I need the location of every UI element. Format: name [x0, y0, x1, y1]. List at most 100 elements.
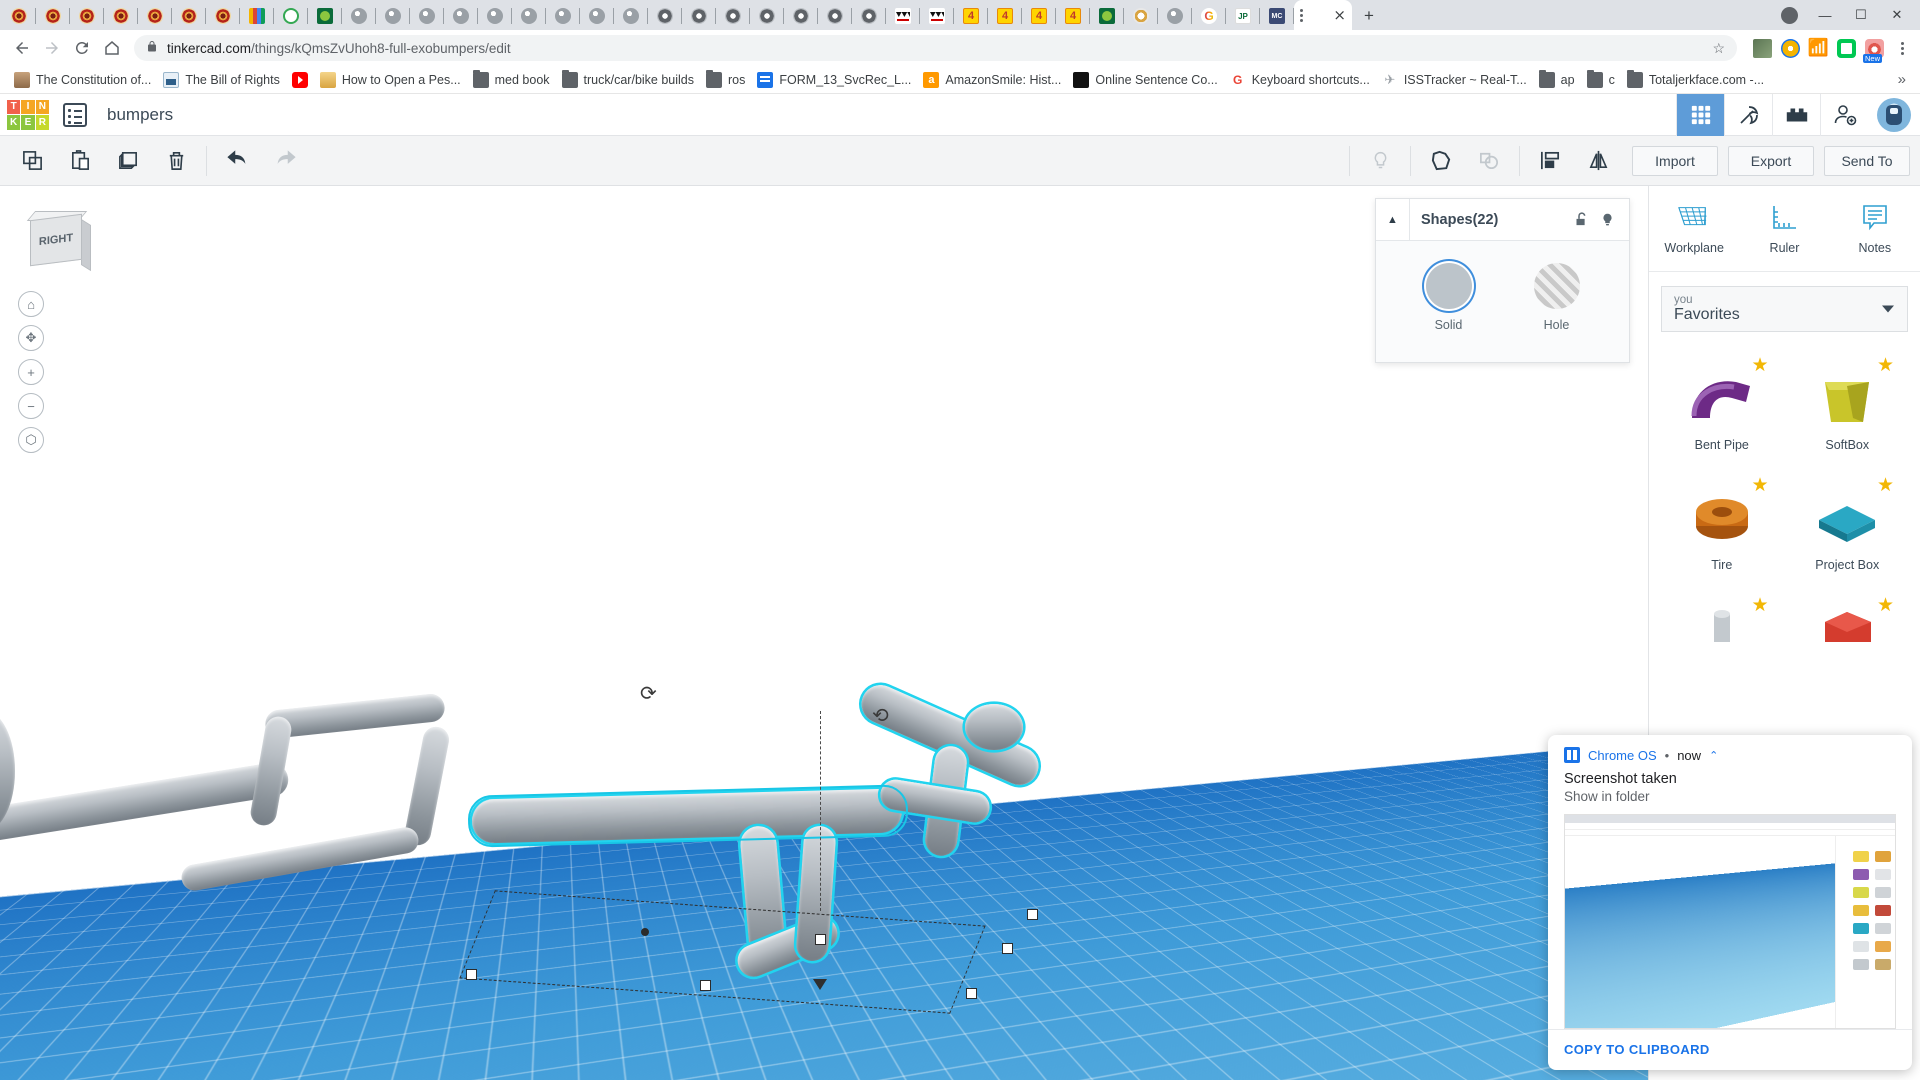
view-cube[interactable]: RIGHT: [22, 211, 91, 273]
shape-cell-tire[interactable]: ★ Tire: [1659, 472, 1785, 586]
bookmark-item[interactable]: truck/car/bike builds: [556, 69, 700, 91]
group-button[interactable]: [1417, 136, 1465, 186]
shape-library-grid[interactable]: ★ Bent Pipe ★ SoftBox ★ Tire ★ Project B…: [1649, 344, 1920, 664]
book-extension-icon[interactable]: [1753, 38, 1772, 58]
bookmarks-bar[interactable]: The Constitution of... The Bill of Rights…: [0, 66, 1920, 94]
shapes-panel-header[interactable]: ▲ Shapes(22): [1376, 198, 1629, 241]
extensions-area[interactable]: 📶 New: [1745, 38, 1912, 63]
favorite-star-icon[interactable]: ★: [1877, 474, 1894, 497]
chevron-down-icon[interactable]: [1882, 305, 1894, 313]
tab-globe-9[interactable]: [614, 2, 648, 30]
hole-swatch[interactable]: [1533, 263, 1580, 309]
tab-wheel-4[interactable]: [104, 2, 138, 30]
tab-globe-4[interactable]: [444, 2, 478, 30]
view-cube-front-face[interactable]: RIGHT: [30, 213, 82, 267]
tab-gear-7[interactable]: [852, 2, 886, 30]
codeblocks-button[interactable]: [1724, 93, 1772, 136]
undo-button[interactable]: [213, 136, 261, 186]
notes-tool[interactable]: Notes: [1830, 186, 1920, 271]
tab-globe-7[interactable]: [546, 2, 580, 30]
tab-gear-6[interactable]: [818, 2, 852, 30]
maximize-button[interactable]: ☐: [1844, 0, 1878, 30]
invite-button[interactable]: [1820, 93, 1868, 136]
zoom-in-button[interactable]: +: [18, 359, 44, 385]
resize-handle-br[interactable]: [966, 988, 977, 999]
tab-green-app[interactable]: [308, 2, 342, 30]
bookmark-item[interactable]: ros: [700, 69, 751, 91]
rotate-handle-left[interactable]: [641, 928, 649, 936]
bookmark-item[interactable]: Online Sentence Co...: [1067, 69, 1223, 91]
favorite-star-icon[interactable]: ★: [1751, 474, 1768, 497]
bookmark-item[interactable]: c: [1581, 69, 1621, 91]
shape-cell-extra-1[interactable]: ★: [1659, 592, 1785, 664]
notification-subtitle[interactable]: Show in folder: [1548, 787, 1912, 814]
light-bulb-button[interactable]: [1356, 136, 1404, 186]
shapes-panel-collapse-button[interactable]: ▲: [1376, 198, 1410, 241]
bookmark-item[interactable]: How to Open a Pes...: [314, 69, 467, 91]
tab-a4-1[interactable]: [954, 2, 988, 30]
shape-library-select[interactable]: you Favorites: [1661, 286, 1908, 332]
duplicate-button[interactable]: [104, 136, 152, 186]
favorite-star-icon[interactable]: ★: [1751, 594, 1768, 617]
browser-tab-strip[interactable]: × + — ☐ ✕: [0, 0, 1920, 30]
minimize-button[interactable]: —: [1808, 0, 1842, 30]
redo-button[interactable]: [261, 136, 309, 186]
window-controls[interactable]: — ☐ ✕: [1772, 0, 1920, 30]
blocks-button[interactable]: [1772, 93, 1820, 136]
delete-button[interactable]: [152, 136, 200, 186]
bookmark-item[interactable]: The Bill of Rights: [157, 69, 285, 91]
bookmark-item[interactable]: med book: [467, 69, 556, 91]
shapes-panel-body[interactable]: Solid Hole: [1376, 241, 1629, 362]
new-tab-button[interactable]: +: [1352, 2, 1386, 30]
home-button[interactable]: [98, 34, 126, 62]
tab-globe-5[interactable]: [478, 2, 512, 30]
favorite-star-icon[interactable]: ★: [1751, 354, 1768, 377]
height-handle[interactable]: [1002, 943, 1013, 954]
home-view-button[interactable]: ⌂: [18, 291, 44, 317]
ortho-perspective-button[interactable]: ⬡: [18, 427, 44, 453]
resize-handle-mid-top[interactable]: [815, 934, 826, 945]
tinkercad-header-actions[interactable]: [1676, 93, 1920, 136]
solid-swatch[interactable]: [1425, 263, 1472, 309]
tab-dm-2[interactable]: [920, 2, 954, 30]
favorite-star-icon[interactable]: ★: [1877, 354, 1894, 377]
bookmark-item[interactable]: Keyboard shortcuts...: [1224, 69, 1376, 91]
tab-close-icon[interactable]: ×: [1333, 7, 1346, 23]
browser-menu-icon[interactable]: [1893, 39, 1912, 58]
notification-actions[interactable]: COPY TO CLIPBOARD: [1548, 1029, 1912, 1070]
user-avatar[interactable]: [1877, 97, 1911, 132]
resize-handle-mid-bottom[interactable]: [700, 980, 711, 991]
gallery-list-icon[interactable]: [63, 102, 87, 127]
tab-google[interactable]: [1192, 2, 1226, 30]
tab-bee[interactable]: [1124, 2, 1158, 30]
resize-handle-bl[interactable]: [466, 969, 477, 980]
height-arrow-icon[interactable]: [813, 979, 827, 990]
tab-dm-1[interactable]: [886, 2, 920, 30]
tab-cart[interactable]: [274, 2, 308, 30]
light-bulb-icon[interactable]: [1594, 199, 1620, 241]
ruler-tool[interactable]: Ruler: [1739, 186, 1829, 271]
tab-wheel-7[interactable]: [206, 2, 240, 30]
shape-cell-project-box[interactable]: ★ Project Box: [1785, 472, 1911, 586]
paste-button[interactable]: [56, 136, 104, 186]
rotate-arrow-z-icon[interactable]: ⟲: [872, 703, 889, 728]
profile-chip[interactable]: [1772, 0, 1806, 30]
design-grid-button[interactable]: [1676, 93, 1724, 136]
ungroup-button[interactable]: [1465, 136, 1513, 186]
align-button[interactable]: [1526, 136, 1574, 186]
hole-shape-option[interactable]: Hole: [1525, 263, 1589, 332]
tab-gear-3[interactable]: [716, 2, 750, 30]
sidebar-tools[interactable]: Workplane Ruler Notes: [1649, 186, 1920, 272]
tab-globe-10[interactable]: [1158, 2, 1192, 30]
tab-jp[interactable]: [1226, 2, 1260, 30]
tab-a4-4[interactable]: [1056, 2, 1090, 30]
tab-green-app-2[interactable]: [1090, 2, 1124, 30]
tab-a4-2[interactable]: [988, 2, 1022, 30]
bookmark-item[interactable]: FORM_13_SvcRec_L...: [751, 69, 917, 91]
camera-extension-icon[interactable]: New: [1863, 38, 1884, 63]
project-title[interactable]: bumpers: [107, 105, 173, 125]
editor-workspace[interactable]: ⟳ ⟲ RIGHT ⌂ ✥ + − ⬡ Snap Grid ▲ Shapes(2…: [0, 186, 1920, 1080]
browser-toolbar[interactable]: tinkercad.com/things/kQmsZvUhoh8-full-ex…: [0, 30, 1920, 66]
chevron-up-icon[interactable]: ⌃: [1709, 749, 1718, 762]
tab-wheel-1[interactable]: [2, 2, 36, 30]
